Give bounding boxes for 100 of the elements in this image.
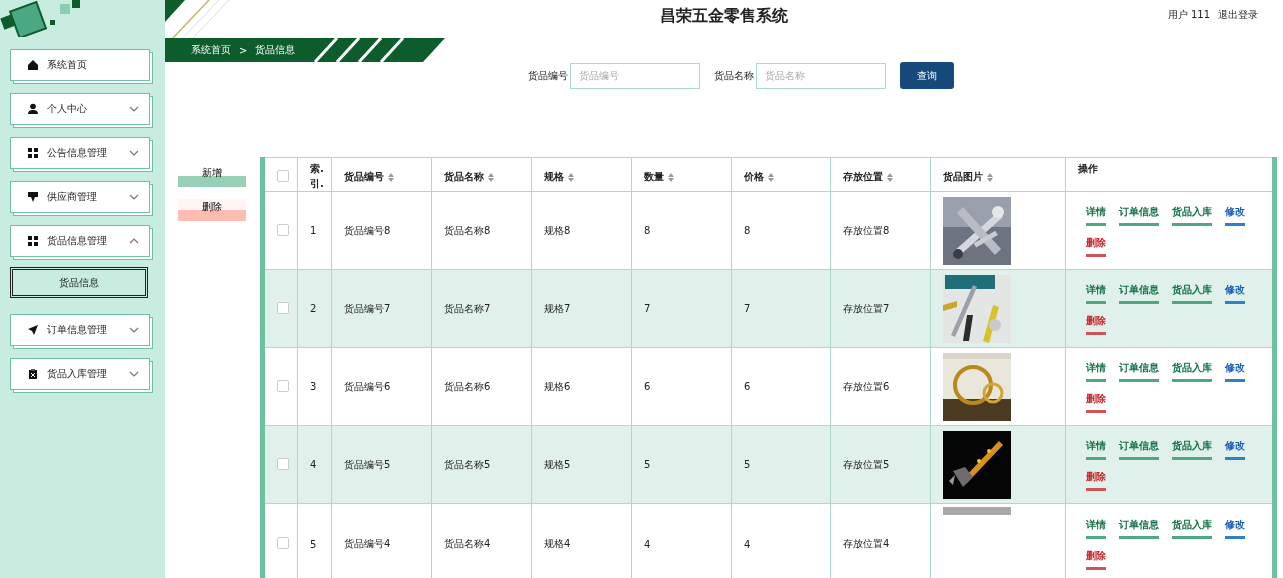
app-title: 昌荣五金零售系统 [660,6,788,27]
sort-icon[interactable] [488,172,494,182]
edit-link[interactable]: 修改 [1225,282,1245,304]
table-cell: 货品编号6 [331,347,432,426]
action-link[interactable]: 详情 [1086,518,1106,539]
sidebar-item[interactable]: 订单信息管理 [10,314,150,346]
checkbox[interactable] [277,223,289,236]
table-cell: 8 [631,191,732,270]
action-link[interactable]: 详情 [1086,282,1106,304]
home-icon [27,59,39,71]
checkbox[interactable] [277,457,289,470]
search-field[interactable]: 货品编号 [570,62,700,89]
sidebar-item[interactable]: 货品信息管理 [10,225,150,257]
sidebar-item[interactable]: 公告信息管理 [10,137,150,169]
action-link[interactable]: 订单信息 [1119,282,1159,304]
delete-link[interactable]: 删除 [1086,235,1106,257]
table-cell: 2 [297,269,332,348]
action-link[interactable]: 货品入库 [1172,438,1212,460]
column-header[interactable]: 价格 [731,157,831,192]
field-label: 货品编号 [528,68,568,83]
chevron-icon [129,371,139,377]
sort-icon[interactable] [987,172,993,182]
search-field[interactable]: 货品名称 [756,62,886,89]
table-cell: 规格5 [531,425,632,504]
breadcrumb-current: 货品信息 [255,43,296,57]
sidebar-item[interactable]: 货品入库管理 [10,358,150,390]
table-cell: 8 [731,191,831,270]
edit-link[interactable]: 修改 [1225,360,1245,382]
delete-link[interactable]: 删除 [1086,469,1106,491]
chevron-icon [129,106,139,112]
funnel-icon [27,191,39,203]
sort-icon[interactable] [887,172,893,182]
table-cell: 货品名称8 [431,191,532,270]
column-header: 索.引. [297,157,332,192]
table-cell: 货品名称5 [431,425,532,504]
table-cell: 5 [631,425,732,504]
delete-link[interactable]: 删除 [1086,313,1106,335]
delete-link[interactable]: 删除 [1086,391,1106,413]
person-icon [27,103,39,115]
column-header[interactable]: 规格 [531,157,632,192]
breadcrumb-link[interactable]: 系统首页 [191,43,231,57]
action-link[interactable]: 货品入库 [1172,518,1212,539]
checkbox[interactable] [277,537,289,549]
field-label: 货品名称 [714,68,754,83]
column-header[interactable]: 货品编号 [331,157,432,192]
sort-icon[interactable] [768,172,774,182]
table-cell: 5 [731,425,831,504]
table-cell: 规格8 [531,191,632,270]
sort-icon[interactable] [388,172,394,182]
table-cell: 规格7 [531,269,632,348]
table-cell: 货品名称6 [431,347,532,426]
column-header[interactable]: 货品图片 [930,157,1066,192]
chevron-icon [129,238,139,244]
delete-link[interactable]: 删除 [1086,549,1106,570]
submenu-item[interactable]: 货品信息 [10,267,148,298]
action-link[interactable]: 详情 [1086,360,1106,382]
action-link[interactable]: 货品入库 [1172,360,1212,382]
table-cell: 存放位置8 [830,191,931,270]
clipboard-icon [27,368,39,380]
sidebar-item[interactable]: 供应商管理 [10,181,150,213]
action-link[interactable]: 详情 [1086,204,1106,226]
table-cell: 7 [631,269,732,348]
action-link[interactable]: 货品入库 [1172,282,1212,304]
column-header[interactable]: 存放位置 [830,157,931,192]
action-link[interactable]: 订单信息 [1119,360,1159,382]
add-button[interactable]: 新增 [178,165,246,187]
action-link[interactable]: 订单信息 [1119,438,1159,460]
sidebar-item[interactable]: 个人中心 [10,93,150,125]
edit-link[interactable]: 修改 [1225,438,1245,460]
sidebar-item[interactable]: 系统首页 [10,49,150,81]
action-link[interactable]: 订单信息 [1119,204,1159,226]
table-cell: 货品编号8 [331,191,432,270]
table-cell: 6 [631,347,732,426]
edit-link[interactable]: 修改 [1225,518,1245,539]
action-link[interactable]: 货品入库 [1172,204,1212,226]
table-cell: 存放位置7 [830,269,931,348]
edit-link[interactable]: 修改 [1225,204,1245,226]
breadcrumb-separator: > [239,44,248,56]
chevron-icon [129,327,139,333]
checkbox[interactable] [277,170,289,182]
table-cell: 4 [297,425,332,504]
column-header[interactable]: 数量 [631,157,732,192]
table-cell: 1 [297,191,332,270]
sort-icon[interactable] [668,172,674,182]
column-header[interactable]: 货品名称 [431,157,532,192]
logout-link[interactable]: 退出登录 [1218,8,1258,22]
action-link[interactable]: 订单信息 [1119,518,1159,539]
paper-plane-icon [27,324,39,336]
sort-icon[interactable] [568,172,574,182]
table-cell: 规格6 [531,347,632,426]
checkbox[interactable] [277,301,289,314]
search-button[interactable]: 查询 [900,62,954,89]
delete-button[interactable]: 删除 [178,199,246,221]
table-cell: 7 [731,269,831,348]
column-header: 操作 [1065,157,1275,192]
chevron-icon [129,150,139,156]
checkbox[interactable] [277,379,289,392]
table-cell: 存放位置6 [830,347,931,426]
action-link[interactable]: 详情 [1086,438,1106,460]
table-cell: 存放位置5 [830,425,931,504]
